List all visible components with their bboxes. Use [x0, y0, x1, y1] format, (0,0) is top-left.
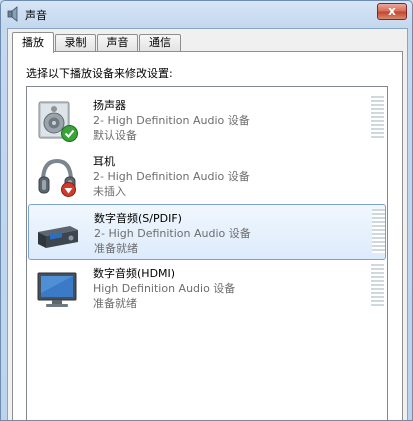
device-status: 准备就绪	[94, 242, 138, 255]
window-title: 声音	[25, 9, 47, 22]
tab-sounds[interactable]: 声音	[97, 34, 138, 51]
title-bar[interactable]: 声音 x	[1, 1, 412, 27]
default-check-icon	[61, 125, 78, 142]
device-list: 扬声器 2- High Definition Audio 设备 默认设备 耳机 …	[26, 86, 388, 420]
sound-dialog: 声音 x 播放 录制 声音 通信 选择以下播放设备来修改设置: 扬声器 2- H…	[0, 0, 413, 421]
device-driver: 2- High Definition Audio 设备	[93, 170, 250, 183]
tab-playback[interactable]: 播放	[12, 32, 54, 53]
tab-strip: 播放 录制 声音 通信	[12, 32, 392, 53]
device-status: 准备就绪	[93, 297, 137, 310]
device-name: 扬声器	[93, 99, 126, 112]
device-item-speakers[interactable]: 扬声器 2- High Definition Audio 设备 默认设备	[28, 92, 386, 148]
device-status: 默认设备	[93, 129, 137, 142]
monitor-icon	[37, 272, 77, 307]
device-item-headphones[interactable]: 耳机 2- High Definition Audio 设备 未插入	[28, 148, 386, 204]
unplugged-icon	[61, 182, 76, 197]
playback-panel: 选择以下播放设备来修改设置: 扬声器 2- High Definition Au…	[12, 51, 403, 420]
device-name: 数字音频(S/PDIF)	[94, 212, 182, 225]
device-driver: High Definition Audio 设备	[93, 282, 236, 295]
device-status: 未插入	[93, 185, 126, 198]
device-item-hdmi[interactable]: 数字音频(HDMI) High Definition Audio 设备 准备就绪	[28, 260, 386, 316]
device-name: 数字音频(HDMI)	[93, 267, 176, 280]
tab-recording[interactable]: 录制	[55, 34, 96, 51]
volume-meter	[372, 209, 385, 253]
volume-meter	[371, 96, 384, 140]
volume-meter	[371, 264, 384, 308]
close-button[interactable]: x	[377, 3, 407, 20]
instruction-text: 选择以下播放设备来修改设置:	[26, 67, 173, 80]
device-item-spdif[interactable]: 数字音频(S/PDIF) 2- High Definition Audio 设备…	[28, 204, 386, 260]
digital-receiver-icon	[38, 226, 78, 248]
dialog-client: 播放 录制 声音 通信 选择以下播放设备来修改设置: 扬声器 2- High D…	[7, 28, 408, 420]
device-driver: 2- High Definition Audio 设备	[93, 114, 250, 127]
speaker-icon	[7, 6, 18, 22]
device-name: 耳机	[93, 155, 115, 168]
device-driver: 2- High Definition Audio 设备	[94, 227, 251, 240]
tab-communications[interactable]: 通信	[139, 34, 181, 51]
